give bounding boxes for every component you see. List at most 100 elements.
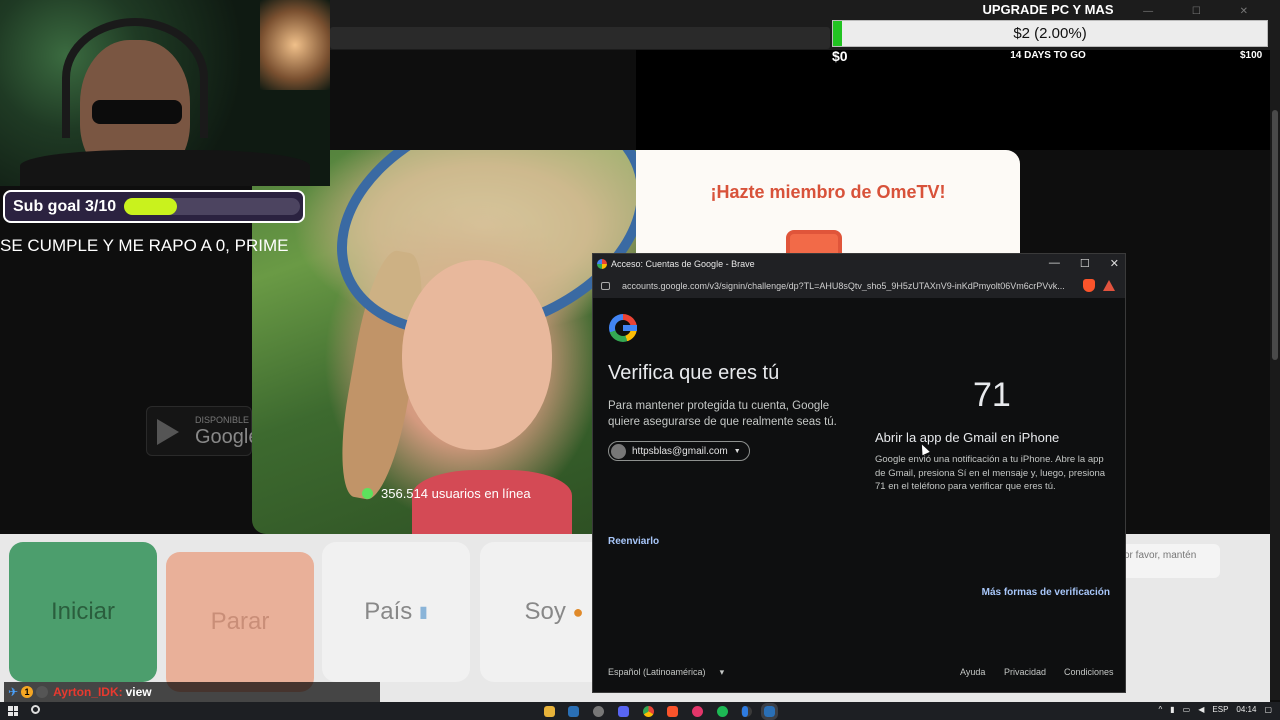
close-button[interactable]: ✕ [1110, 257, 1119, 270]
notifications-icon[interactable]: ▢ [1264, 705, 1272, 714]
search-icon[interactable] [31, 705, 40, 714]
help-link[interactable]: Ayuda [960, 667, 985, 677]
gender-label: Soy [524, 598, 566, 625]
file-explorer-icon[interactable] [544, 706, 555, 717]
popup-url[interactable]: accounts.google.com/v3/signin/challenge/… [622, 281, 1074, 291]
streamer-webcam [0, 0, 330, 186]
video-face [402, 260, 552, 450]
language-select[interactable]: Español (Latinoamérica) ▾ [608, 667, 724, 678]
country-button[interactable]: País ▮ [322, 542, 470, 682]
chat-text: view [125, 685, 152, 699]
popup-content: Verifica que eres tú Para mantener prote… [593, 298, 1125, 692]
flag-icon: ▮ [418, 604, 428, 621]
sword-badge-icon: ✈ [8, 685, 19, 699]
spotify-icon[interactable] [717, 706, 728, 717]
account-chooser[interactable]: httpsblas@gmail.com ▼ [608, 441, 750, 461]
sub-goal-widget: Sub goal 3/10 [3, 190, 305, 223]
network-icon[interactable]: ▭ [1183, 705, 1191, 714]
sub-goal-track [124, 198, 301, 215]
tv-icon [786, 230, 842, 254]
privacy-link[interactable]: Privacidad [1004, 667, 1046, 677]
language-indicator[interactable]: ESP [1212, 705, 1228, 714]
donation-amount: $2 (2.00%) [1013, 25, 1087, 42]
sub-goal-label: Sub goal 3/10 [13, 197, 117, 215]
brave-shields-icon[interactable] [1083, 279, 1095, 292]
users-online-text: 356.514 usuarios en línea [381, 486, 531, 501]
sunglasses [92, 100, 182, 124]
google-logo-bar [623, 325, 637, 331]
chevron-up-icon[interactable]: ^ [1159, 705, 1163, 714]
account-email: httpsblas@gmail.com [632, 445, 728, 457]
steam-active-icon[interactable] [761, 703, 778, 720]
bits-badge-icon: 1 [21, 686, 34, 698]
stop-button[interactable]: Parar [166, 552, 314, 692]
donation-days-left: 14 DAYS TO GO [1010, 50, 1086, 61]
windows-start-icon[interactable] [8, 706, 18, 716]
chat-message: ✈ 1 Ayrton_IDK: view [4, 682, 380, 702]
stranger-video: 356.514 usuarios en línea [252, 150, 636, 534]
donation-min: $0 [832, 48, 848, 64]
donation-goal-title: UPGRADE PC Y MAS [982, 2, 1114, 17]
media-player-icon[interactable] [692, 706, 703, 717]
verify-description: Para mantener protegida tu cuenta, Googl… [608, 400, 837, 428]
google-play-badge[interactable]: DISPONIBLE Google [146, 406, 260, 456]
background-address-bar[interactable] [330, 27, 830, 49]
popup-address-bar[interactable]: accounts.google.com/v3/signin/challenge/… [593, 276, 1125, 296]
background-scrollbar[interactable] [1270, 50, 1280, 700]
verification-number: 71 [973, 376, 1011, 414]
site-info-icon[interactable] [601, 282, 610, 290]
gmail-prompt-description: Google envió una notificación a tu iPhon… [875, 454, 1106, 492]
country-label: País [364, 598, 413, 625]
settings-icon[interactable] [593, 706, 604, 717]
brave-rewards-icon[interactable] [1103, 280, 1115, 291]
microphone-icon[interactable]: ▮ [1170, 705, 1174, 714]
system-tray: ^ ▮ ▭ ◀ ESP 04:14 ▢ [1159, 705, 1273, 714]
scrollbar-thumb[interactable] [1272, 110, 1278, 360]
more-ways-link[interactable]: Más formas de verificación [982, 587, 1110, 598]
gplay-big-text: Google [195, 426, 260, 448]
sub-goal-caption: SE CUMPLE Y ME RAPO A 0, PRIME [0, 236, 289, 255]
maximize-button[interactable]: ☐ [1080, 257, 1090, 270]
volume-icon[interactable]: ◀ [1198, 705, 1204, 714]
chat-username: Ayrton_IDK: [53, 685, 123, 699]
chevron-down-icon: ▾ [719, 667, 725, 677]
chevron-down-icon: ▼ [733, 447, 741, 455]
google-logo-icon [609, 314, 637, 342]
donation-goal-bar: $2 (2.00%) [832, 20, 1268, 47]
minimize-button[interactable]: — [1049, 257, 1060, 270]
gmail-prompt-title: Abrir la app de Gmail en iPhone [875, 430, 1060, 445]
play-store-icon [157, 419, 179, 445]
popup-titlebar: Acceso: Cuentas de Google - Brave — ☐ ✕ [593, 254, 1125, 274]
online-dot-icon [362, 488, 373, 499]
users-online-indicator: 356.514 usuarios en línea [362, 486, 531, 501]
steam-icon[interactable] [568, 706, 579, 717]
avatar [611, 443, 626, 459]
terms-link[interactable]: Condiciones [1064, 667, 1114, 677]
app-icon[interactable] [742, 706, 748, 717]
popup-window-title: Acceso: Cuentas de Google - Brave [611, 259, 755, 269]
promo-title: ¡Hazte miembro de OmeTV! [710, 182, 946, 202]
chat-hint: or favor, mantén [1120, 544, 1220, 578]
sub-badge-icon [36, 686, 49, 698]
membership-promo[interactable]: ¡Hazte miembro de OmeTV! [636, 150, 1020, 254]
sub-goal-fill [124, 198, 177, 215]
google-signin-window: Acceso: Cuentas de Google - Brave — ☐ ✕ … [592, 253, 1126, 693]
popup-window-controls: — ☐ ✕ [1049, 257, 1119, 270]
gplay-small-text: DISPONIBLE [195, 415, 250, 425]
avatar-emoji-icon: ● [572, 601, 584, 622]
webcam-shirt [20, 150, 310, 186]
start-button[interactable]: Iniciar [9, 542, 157, 682]
language-value: Español (Latinoamérica) [608, 667, 706, 677]
background-dark-area [636, 50, 1270, 150]
video-swimsuit [412, 470, 572, 534]
resend-link[interactable]: Reenviarlo [608, 536, 659, 547]
brave-icon[interactable] [667, 706, 678, 717]
google-favicon-icon [597, 259, 607, 269]
webcam-lamp [260, 0, 330, 90]
page-title: Verifica que eres tú [608, 362, 780, 384]
donation-max: $100 [1240, 50, 1263, 61]
chrome-icon[interactable] [643, 706, 654, 717]
taskbar: ^ ▮ ▭ ◀ ESP 04:14 ▢ [0, 702, 1280, 720]
clock[interactable]: 04:14 [1236, 705, 1256, 714]
discord-icon[interactable] [618, 706, 629, 717]
